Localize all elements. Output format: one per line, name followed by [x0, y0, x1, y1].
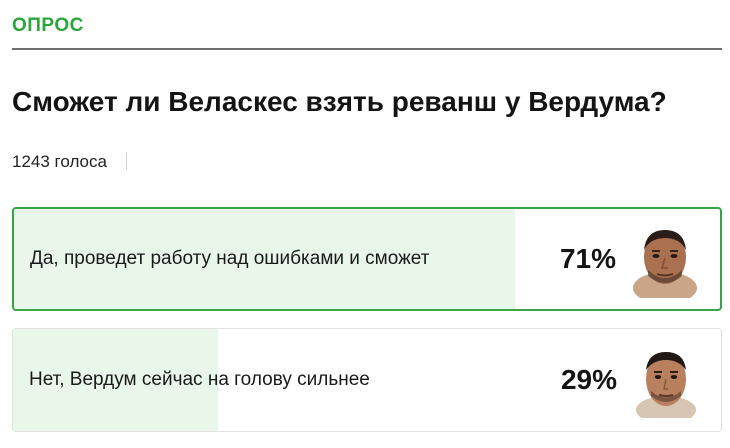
meta-separator — [125, 152, 127, 170]
poll-section-label: ОПРОС — [12, 15, 84, 36]
poll-widget: ОПРОС Сможет ли Веласкес взять реванш у … — [0, 0, 730, 448]
votes-count: 1243 голоса — [12, 152, 107, 171]
poll-option-no[interactable]: Нет, Вердум сейчас на голову сильнее 29% — [12, 328, 722, 432]
option-percent-yes: 71% — [559, 243, 616, 274]
option-percent-no: 29% — [560, 364, 617, 395]
option-label-yes: Да, проведет работу над ошибками и сможе… — [30, 248, 430, 269]
poll-option-yes[interactable]: Да, проведет работу над ошибками и сможе… — [12, 207, 722, 311]
poll-question: Сможет ли Веласкес взять реванш у Вердум… — [12, 86, 667, 117]
poll-meta: 1243 голоса — [12, 152, 127, 172]
option-label-no: Нет, Вердум сейчас на голову сильнее — [29, 369, 370, 390]
fighter-velasquez-avatar-icon — [630, 224, 700, 298]
fighter-werdum-avatar-icon — [631, 344, 701, 418]
header-divider — [12, 48, 722, 50]
